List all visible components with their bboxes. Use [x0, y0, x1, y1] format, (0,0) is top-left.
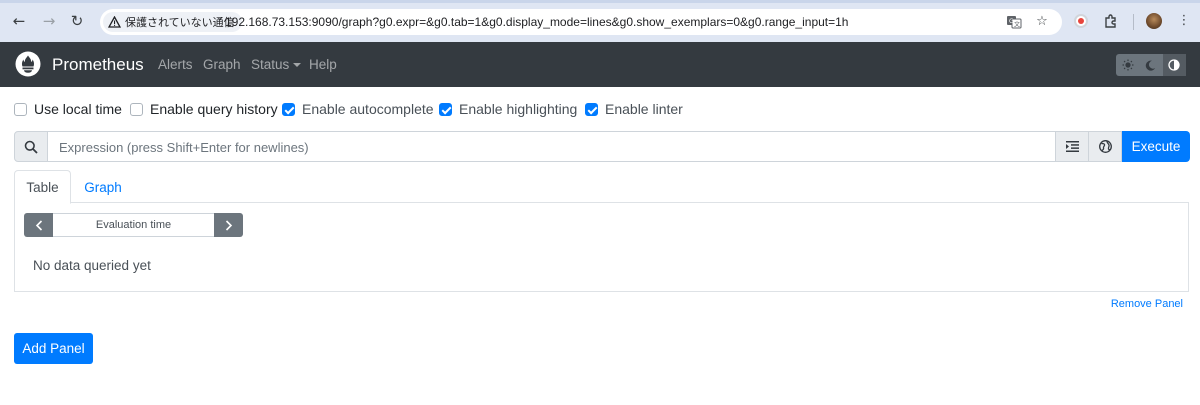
browser-toolbar: ← → ↻ 保護されていない通信 192.168.73.153:9090/gra… [0, 0, 1200, 42]
bookmark-star-icon[interactable]: ☆ [1034, 14, 1050, 30]
sun-icon [1122, 59, 1134, 71]
reload-icon[interactable]: ↻ [68, 12, 86, 30]
nav-graph[interactable]: Graph [203, 57, 241, 72]
option-enable-query-history[interactable]: Enable query history [130, 101, 278, 117]
security-label: 保護されていない通信 [125, 17, 235, 29]
highlighting-checkbox[interactable] [439, 102, 452, 116]
top-navbar: Prometheus Alerts Graph Status Help [0, 42, 1200, 87]
nav-alerts[interactable]: Alerts [158, 57, 193, 72]
nav-help[interactable]: Help [309, 57, 337, 72]
add-panel-button[interactable]: Add Panel [14, 333, 93, 364]
panel-tabs: Table Graph [14, 170, 1189, 204]
format-expression-button[interactable] [1056, 131, 1089, 162]
extensions-icon[interactable] [1103, 13, 1119, 29]
half-circle-icon [1168, 59, 1180, 71]
toolbar-separator [1133, 14, 1134, 30]
chevron-left-icon [35, 219, 42, 231]
option-label: Enable highlighting [459, 101, 578, 117]
back-icon[interactable]: ← [10, 12, 28, 30]
query-panel: Evaluation time No data queried yet [14, 203, 1189, 292]
profile-avatar[interactable] [1146, 13, 1162, 29]
url-text: 192.168.73.153:9090/graph?g0.expr=&g0.ta… [225, 15, 849, 29]
expression-input[interactable]: Expression (press Shift+Enter for newlin… [48, 131, 1056, 162]
indent-icon [1065, 141, 1079, 152]
nav-status[interactable]: Status [251, 57, 302, 72]
evaluation-time-control: Evaluation time [24, 213, 243, 237]
auto-theme-button[interactable] [1162, 54, 1186, 76]
eval-time-prev-button[interactable] [24, 213, 53, 237]
tab-table[interactable]: Table [14, 170, 71, 204]
forward-icon[interactable]: → [40, 12, 58, 30]
option-label: Enable query history [150, 101, 278, 117]
query-history-checkbox[interactable] [130, 102, 143, 116]
use-local-time-checkbox[interactable] [14, 102, 27, 116]
dark-theme-button[interactable] [1139, 54, 1162, 76]
moon-icon [1146, 60, 1156, 71]
chevron-down-icon [293, 63, 302, 67]
more-menu-icon[interactable]: ⋮ [1176, 13, 1192, 29]
remove-panel-link[interactable]: Remove Panel [1111, 298, 1183, 310]
execute-button[interactable]: Execute [1122, 131, 1190, 162]
security-chip[interactable]: 保護されていない通信 [103, 12, 242, 32]
translate-icon[interactable]: G文 [1006, 14, 1022, 30]
record-extension-icon[interactable] [1074, 14, 1088, 28]
theme-switcher [1116, 54, 1186, 76]
option-enable-linter[interactable]: Enable linter [585, 101, 683, 117]
option-enable-autocomplete[interactable]: Enable autocomplete [282, 101, 434, 117]
eval-time-next-button[interactable] [214, 213, 243, 237]
light-theme-button[interactable] [1116, 54, 1139, 76]
chevron-right-icon [225, 219, 232, 231]
option-enable-highlighting[interactable]: Enable highlighting [439, 101, 577, 117]
prometheus-logo-icon[interactable] [15, 51, 41, 77]
autocomplete-checkbox[interactable] [282, 102, 295, 116]
empty-state-text: No data queried yet [33, 258, 151, 273]
nav-status-label: Status [251, 57, 290, 72]
brand-name[interactable]: Prometheus [52, 55, 144, 75]
globe-icon [1098, 140, 1112, 153]
metrics-explorer-button[interactable] [1089, 131, 1122, 162]
address-bar[interactable]: 保護されていない通信 192.168.73.153:9090/graph?g0.… [100, 9, 1062, 35]
warning-icon [108, 16, 121, 28]
option-label: Enable linter [605, 101, 683, 117]
tab-graph[interactable]: Graph [74, 170, 132, 204]
linter-checkbox[interactable] [585, 102, 598, 116]
svg-text:文: 文 [1014, 21, 1020, 29]
tab-strip [0, 0, 1200, 3]
option-label: Use local time [34, 101, 122, 117]
expression-row: Expression (press Shift+Enter for newlin… [14, 131, 1190, 162]
option-use-local-time[interactable]: Use local time [14, 101, 122, 117]
option-label: Enable autocomplete [302, 101, 434, 117]
evaluation-time-input[interactable]: Evaluation time [53, 213, 214, 237]
search-icon [14, 131, 48, 162]
